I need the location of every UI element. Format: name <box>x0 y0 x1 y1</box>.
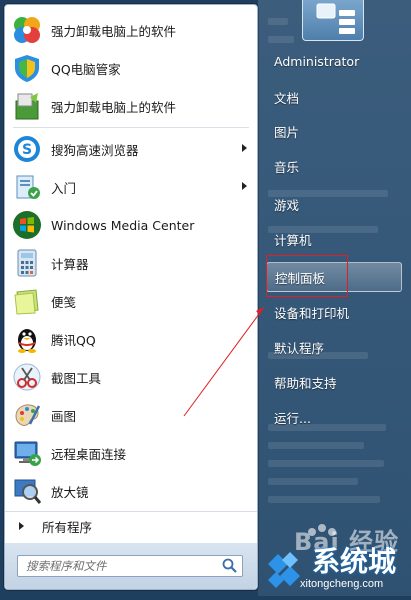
app-snipping-tool[interactable]: 截图工具 <box>5 358 257 396</box>
getting-started-icon <box>11 171 43 203</box>
palette-icon <box>11 399 43 431</box>
app-uninstaller-1[interactable]: 强力卸载电脑上的软件 <box>5 11 257 49</box>
watermark-site-text: 系统城 <box>312 545 397 578</box>
app-label: Windows Media Center <box>51 217 195 233</box>
all-programs-label: 所有程序 <box>42 519 93 535</box>
right-item-computer[interactable]: 计算机 <box>266 224 402 254</box>
shield-icon <box>11 52 43 84</box>
watermark-url-text: xitongcheng.com <box>300 578 384 590</box>
right-item-devices-printers[interactable]: 设备和打印机 <box>266 297 402 327</box>
search-box[interactable] <box>17 555 243 577</box>
installer-box-icon <box>11 90 43 122</box>
user-picture[interactable] <box>302 0 364 41</box>
start-menu-left-pane: 强力卸载电脑上的软件 QQ电脑管家 强力卸载电脑上的软件 S 搜狗高速浏览器 入… <box>4 4 258 590</box>
windows-logo-icon <box>11 209 43 241</box>
expand-arrow-icon <box>19 522 24 530</box>
sticky-note-icon <box>11 285 43 317</box>
right-item-label: 音乐 <box>274 159 300 175</box>
right-item-documents[interactable]: 文档 <box>266 82 402 112</box>
app-label: 强力卸载电脑上的软件 <box>51 23 177 39</box>
app-label: 强力卸载电脑上的软件 <box>51 99 177 115</box>
search-icon[interactable] <box>221 557 239 575</box>
search-input[interactable] <box>18 556 221 576</box>
app-label: 腾讯QQ <box>51 332 96 348</box>
all-programs-button[interactable]: 所有程序 <box>5 511 257 540</box>
user-avatar-icon <box>316 3 355 34</box>
remote-desktop-icon <box>11 437 43 469</box>
right-item-label: Administrator <box>274 53 360 69</box>
app-paint[interactable]: 画图 <box>5 396 257 434</box>
program-list: 强力卸载电脑上的软件 QQ电脑管家 强力卸载电脑上的软件 S 搜狗高速浏览器 入… <box>5 11 257 510</box>
right-item-label: 游戏 <box>274 197 300 213</box>
app-label: 计算器 <box>51 256 89 272</box>
penguin-icon <box>11 323 43 355</box>
app-remote-desktop[interactable]: 远程桌面连接 <box>5 434 257 472</box>
right-item-label: 计算机 <box>274 232 312 248</box>
app-uninstaller-2[interactable]: 强力卸载电脑上的软件 <box>5 87 257 125</box>
app-label: 画图 <box>51 408 77 424</box>
svg-text:S: S <box>22 142 32 158</box>
app-label: 放大镜 <box>51 484 89 500</box>
right-item-label: 默认程序 <box>274 340 325 356</box>
app-sogou-browser[interactable]: S 搜狗高速浏览器 <box>5 130 257 168</box>
right-item-music[interactable]: 音乐 <box>266 151 402 181</box>
app-label: 远程桌面连接 <box>51 446 127 462</box>
app-label: 便笺 <box>51 294 77 310</box>
app-getting-started[interactable]: 入门 <box>5 168 257 206</box>
app-label: QQ电脑管家 <box>51 61 121 77</box>
right-item-help-support[interactable]: 帮助和支持 <box>266 367 402 397</box>
pinwheel-icon <box>11 14 43 46</box>
right-item-games[interactable]: 游戏 <box>266 189 402 219</box>
annotation-highlight-box <box>266 255 348 297</box>
search-area <box>5 543 257 589</box>
submenu-arrow-icon[interactable] <box>242 144 247 152</box>
magnifier-icon <box>11 475 43 507</box>
app-magnifier[interactable]: 放大镜 <box>5 472 257 510</box>
app-sticky-notes[interactable]: 便笺 <box>5 282 257 320</box>
right-item-label: 运行... <box>274 410 311 426</box>
right-item-label: 设备和打印机 <box>274 305 350 321</box>
app-calculator[interactable]: 计算器 <box>5 244 257 282</box>
list-divider <box>13 127 249 128</box>
right-item-label: 图片 <box>274 124 300 140</box>
app-label: 搜狗高速浏览器 <box>51 142 139 158</box>
right-item-pictures[interactable]: 图片 <box>266 116 402 146</box>
right-item-administrator[interactable]: Administrator <box>266 46 402 76</box>
sogou-browser-icon: S <box>11 133 43 165</box>
app-label: 入门 <box>51 180 77 196</box>
app-media-center[interactable]: Windows Media Center <box>5 206 257 244</box>
right-item-default-programs[interactable]: 默认程序 <box>266 332 402 362</box>
right-item-label: 帮助和支持 <box>274 375 337 391</box>
scissors-icon <box>11 361 43 393</box>
app-qq-manager[interactable]: QQ电脑管家 <box>5 49 257 87</box>
app-label: 截图工具 <box>51 370 102 386</box>
app-tencent-qq[interactable]: 腾讯QQ <box>5 320 257 358</box>
submenu-arrow-icon[interactable] <box>242 182 247 190</box>
right-item-run[interactable]: 运行... <box>266 402 402 432</box>
calculator-icon <box>11 247 43 279</box>
right-item-label: 文档 <box>274 90 300 106</box>
